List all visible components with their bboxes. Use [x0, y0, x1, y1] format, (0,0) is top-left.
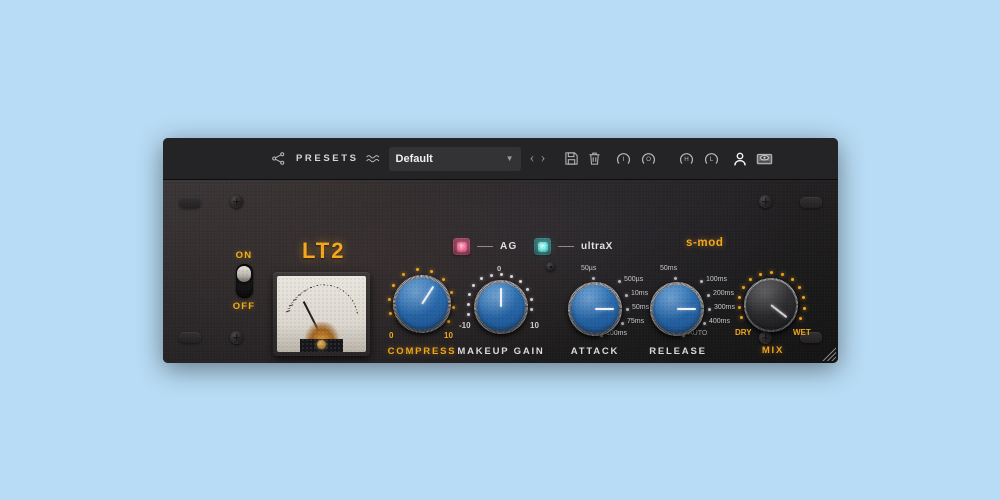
attack-step-label-0: 50µs [581, 265, 597, 272]
ultrax-connector-line [558, 245, 574, 248]
ag-connector-line [477, 245, 493, 248]
svg-text:L: L [709, 156, 713, 163]
ultrax-label: ultraX [581, 241, 613, 252]
lowpass-knob-icon[interactable]: L [703, 150, 720, 167]
input-gain-knob-icon[interactable]: I [615, 150, 632, 167]
attack-step-label-1: 500µs [624, 276, 644, 283]
panel-screw-bottom-left [230, 331, 243, 344]
mode-ag[interactable]: AG [453, 238, 518, 255]
makeup-gain-max-label: 10 [530, 321, 539, 330]
panel-bolt-center [546, 262, 555, 271]
power-switch[interactable]: ON OFF [223, 250, 265, 312]
power-switch-track[interactable] [235, 264, 253, 298]
compress-min-label: 0 [389, 331, 394, 340]
control-mix[interactable]: DRY WET MIX [735, 266, 812, 356]
chevron-down-icon: ▼ [505, 153, 514, 163]
ultrax-led-indicator[interactable] [534, 238, 551, 255]
compress-max-label: 10 [444, 331, 453, 340]
plugin-window: PRESETS Default ▼ ‹ › I O H L LT2 ON OFF… [163, 138, 838, 363]
mode-ultrax[interactable]: ultraX [534, 238, 613, 255]
rack-handle-top-left [179, 197, 201, 208]
preset-dropdown[interactable]: Default ▼ [388, 146, 521, 171]
mix-max-label: WET [793, 328, 811, 337]
prev-preset-button[interactable]: ‹ [527, 151, 538, 166]
attack-step-label-4: 75ms [627, 318, 645, 325]
rack-handle-top-right [800, 197, 822, 208]
vu-meter [273, 272, 370, 356]
output-gain-knob-icon[interactable]: O [640, 150, 657, 167]
svg-text:H: H [684, 156, 689, 163]
svg-text:I: I [622, 156, 624, 163]
release-knob-pointer [677, 308, 696, 310]
share-nodes-icon[interactable] [271, 151, 286, 166]
preset-value: Default [395, 152, 433, 165]
panel-screw-top-left [230, 195, 243, 208]
release-step-label-4: 400ms [709, 318, 731, 325]
mix-knob-pointer [770, 304, 788, 319]
vu-meter-mesh [277, 321, 366, 352]
attack-label: ATTACK [570, 346, 620, 357]
compress-knob[interactable] [396, 278, 448, 330]
waveform-icon[interactable] [365, 153, 380, 165]
ag-led-indicator[interactable] [453, 238, 470, 255]
compress-knob-pointer [421, 285, 435, 305]
mix-min-label: DRY [735, 328, 752, 337]
camera-device-icon[interactable] [756, 151, 773, 166]
power-on-label: ON [235, 250, 253, 261]
release-step-label-3: 300ms [714, 304, 736, 311]
attack-step-label-2: 10ms [631, 290, 649, 297]
mix-knob[interactable] [746, 280, 796, 330]
release-step-label-2: 200ms [713, 290, 735, 297]
top-toolbar: PRESETS Default ▼ ‹ › I O H L [163, 138, 838, 180]
release-label: RELEASE [649, 346, 707, 357]
power-off-label: OFF [232, 301, 256, 312]
attack-step-label-3: 50ms [632, 304, 650, 311]
release-step-label-1: 100ms [706, 276, 728, 283]
makeup-gain-label: MAKEUP GAIN [457, 346, 545, 357]
attack-knob-pointer [595, 308, 614, 310]
svg-text:O: O [646, 156, 651, 163]
makeup-gain-knob[interactable] [477, 283, 525, 331]
vu-meter-face [277, 276, 366, 352]
highpass-knob-icon[interactable]: H [678, 150, 695, 167]
release-knob[interactable] [653, 285, 701, 333]
trash-icon[interactable] [587, 151, 602, 166]
floppy-save-icon[interactable] [564, 151, 579, 166]
mix-label: MIX [761, 345, 785, 356]
rack-handle-bottom-left [179, 332, 201, 343]
control-compress[interactable]: 0 10 COMPRESS [387, 268, 457, 357]
makeup-gain-min-label: -10 [459, 321, 471, 330]
resize-grip[interactable] [820, 345, 836, 361]
presets-label: PRESETS [296, 153, 359, 164]
next-preset-button[interactable]: › [538, 151, 549, 166]
brand-tag: s-mod [686, 237, 724, 249]
panel-screw-top-right [759, 195, 772, 208]
power-switch-knob[interactable] [237, 266, 251, 282]
ag-label: AG [500, 241, 518, 252]
plugin-logo: LT2 [302, 238, 346, 263]
control-makeup-gain[interactable]: 0 -10 10 MAKEUP GAIN [457, 264, 542, 357]
plugin-faceplate: LT2 ON OFF AG ultraX s-mod 0 10 COMPRESS… [163, 180, 838, 363]
attack-knob[interactable] [571, 285, 619, 333]
release-step-label-0: 50ms [660, 265, 678, 272]
preset-nav-group: ‹ › [527, 151, 549, 166]
makeup-gain-knob-pointer [500, 288, 502, 307]
makeup-gain-center-label: 0 [497, 264, 502, 273]
person-icon[interactable] [732, 151, 748, 167]
